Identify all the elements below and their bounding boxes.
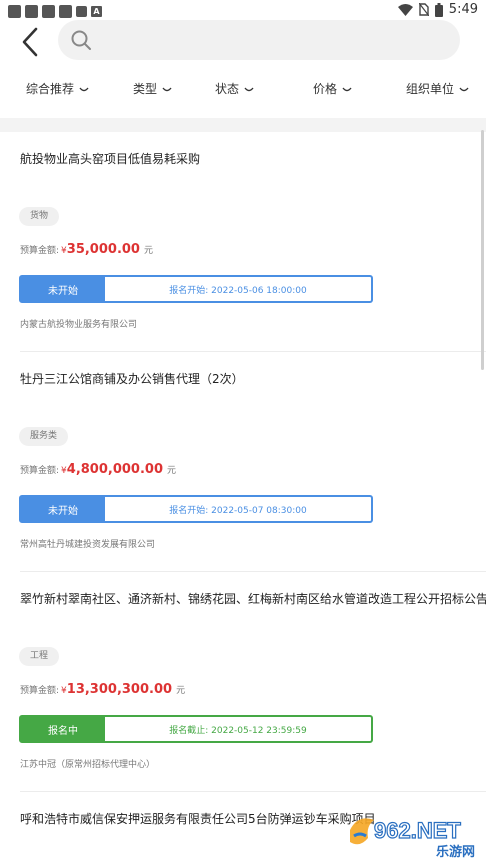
category-tag: 服务类 [19, 427, 69, 446]
budget-label: 预算金额: [20, 686, 60, 696]
budget-amount: 13,300,300.00 [66, 682, 173, 697]
budget-unit: 元 [167, 466, 177, 476]
list-item[interactable]: 牡丹三江公馆商铺及办公销售代理（2次） 服务类 预算金额: ¥ 4,800,00… [0, 352, 486, 572]
wifi-icon [397, 3, 413, 16]
organization: 常州高牡丹城建投资发展有限公司 [20, 540, 156, 550]
battery-icon [434, 2, 443, 17]
status-badge: 未开始 [21, 497, 105, 521]
filter-sort[interactable]: 综合推荐 [26, 80, 89, 97]
clock: 5:49 [448, 2, 478, 17]
back-arrow-icon [22, 27, 38, 57]
no-sim-icon [418, 3, 429, 16]
budget-amount: 35,000.00 [66, 242, 140, 257]
chevron-down-icon [79, 87, 89, 91]
notification-icon [59, 4, 72, 18]
category-tag: 工程 [19, 647, 60, 666]
organization: 内蒙古航投物业服务有限公司 [20, 320, 138, 330]
filter-label: 状态 [215, 82, 240, 96]
category-tag: 货物 [19, 207, 60, 226]
filter-organization[interactable]: 组织单位 [406, 80, 469, 97]
item-title: 牡丹三江公馆商铺及办公销售代理（2次） [20, 372, 244, 386]
budget: 预算金额: ¥ 35,000.00 元 [20, 242, 153, 257]
watermark-logo: 962.NET 乐游网 [344, 808, 484, 862]
budget-label: 预算金额: [20, 246, 60, 256]
chevron-down-icon [162, 87, 172, 91]
notification-icon [42, 4, 55, 18]
notification-icon [8, 4, 21, 18]
filter-price[interactable]: 价格 [313, 80, 352, 97]
list-item[interactable]: 翠竹新村翠南社区、通济新村、锦绣花园、红梅新村南区给水管道改造工程公开招标公告 … [0, 572, 486, 792]
registration-time: 报名截止: 2022-05-12 23:59:59 [169, 725, 307, 736]
budget-amount: 4,800,000.00 [66, 462, 164, 477]
filter-label: 组织单位 [406, 82, 455, 96]
notification-icon [76, 5, 87, 17]
budget: 预算金额: ¥ 13,300,300.00 元 [20, 682, 185, 697]
status-bar: A 5:49 [0, 0, 486, 22]
budget: 预算金额: ¥ 4,800,000.00 元 [20, 462, 176, 477]
chevron-down-icon [459, 87, 469, 91]
organization: 江苏中冠（原常州招标代理中心） [20, 760, 156, 770]
budget-unit: 元 [176, 686, 186, 696]
filter-label: 综合推荐 [26, 82, 75, 96]
scrollbar[interactable] [481, 130, 484, 370]
chevron-down-icon [244, 87, 254, 91]
status-row: 未开始 报名开始: 2022-05-07 08:30:00 [19, 495, 373, 523]
status-badge: 报名中 [21, 717, 105, 741]
list-item[interactable]: 航投物业高头窑项目低值易耗采购 货物 预算金额: ¥ 35,000.00 元 未… [0, 132, 486, 352]
watermark-sub: 乐游网 [436, 844, 475, 860]
filter-label: 价格 [313, 82, 338, 96]
registration-time: 报名开始: 2022-05-07 08:30:00 [169, 505, 307, 516]
watermark-logo-icon: 962.NET 乐游网 [350, 817, 475, 860]
budget-unit: 元 [143, 246, 153, 256]
chevron-down-icon [342, 87, 352, 91]
a-notification-icon: A [91, 5, 102, 17]
back-button[interactable] [16, 24, 50, 58]
filter-label: 类型 [133, 82, 158, 96]
item-title: 翠竹新村翠南社区、通济新村、锦绣花园、红梅新村南区给水管道改造工程公开招标公告 [20, 592, 486, 606]
item-title: 呼和浩特市威信保安押运服务有限责任公司5台防弹运钞车采购项目 [20, 812, 376, 826]
watermark-brand: 962.NET [374, 818, 461, 843]
status-row: 未开始 报名开始: 2022-05-06 18:00:00 [19, 275, 373, 303]
search-header [0, 20, 486, 64]
status-badge: 未开始 [21, 277, 105, 301]
search-input[interactable] [58, 20, 460, 60]
filter-bar: 综合推荐 类型 状态 价格 组织单位 [0, 74, 486, 102]
filter-type[interactable]: 类型 [133, 80, 172, 97]
filter-status[interactable]: 状态 [215, 80, 254, 97]
registration-time: 报名开始: 2022-05-06 18:00:00 [169, 285, 307, 296]
item-title: 航投物业高头窑项目低值易耗采购 [20, 152, 201, 166]
section-separator [0, 118, 486, 132]
notification-icon [25, 4, 38, 18]
budget-label: 预算金额: [20, 466, 60, 476]
status-row: 报名中 报名截止: 2022-05-12 23:59:59 [19, 715, 373, 743]
search-icon [71, 30, 91, 50]
